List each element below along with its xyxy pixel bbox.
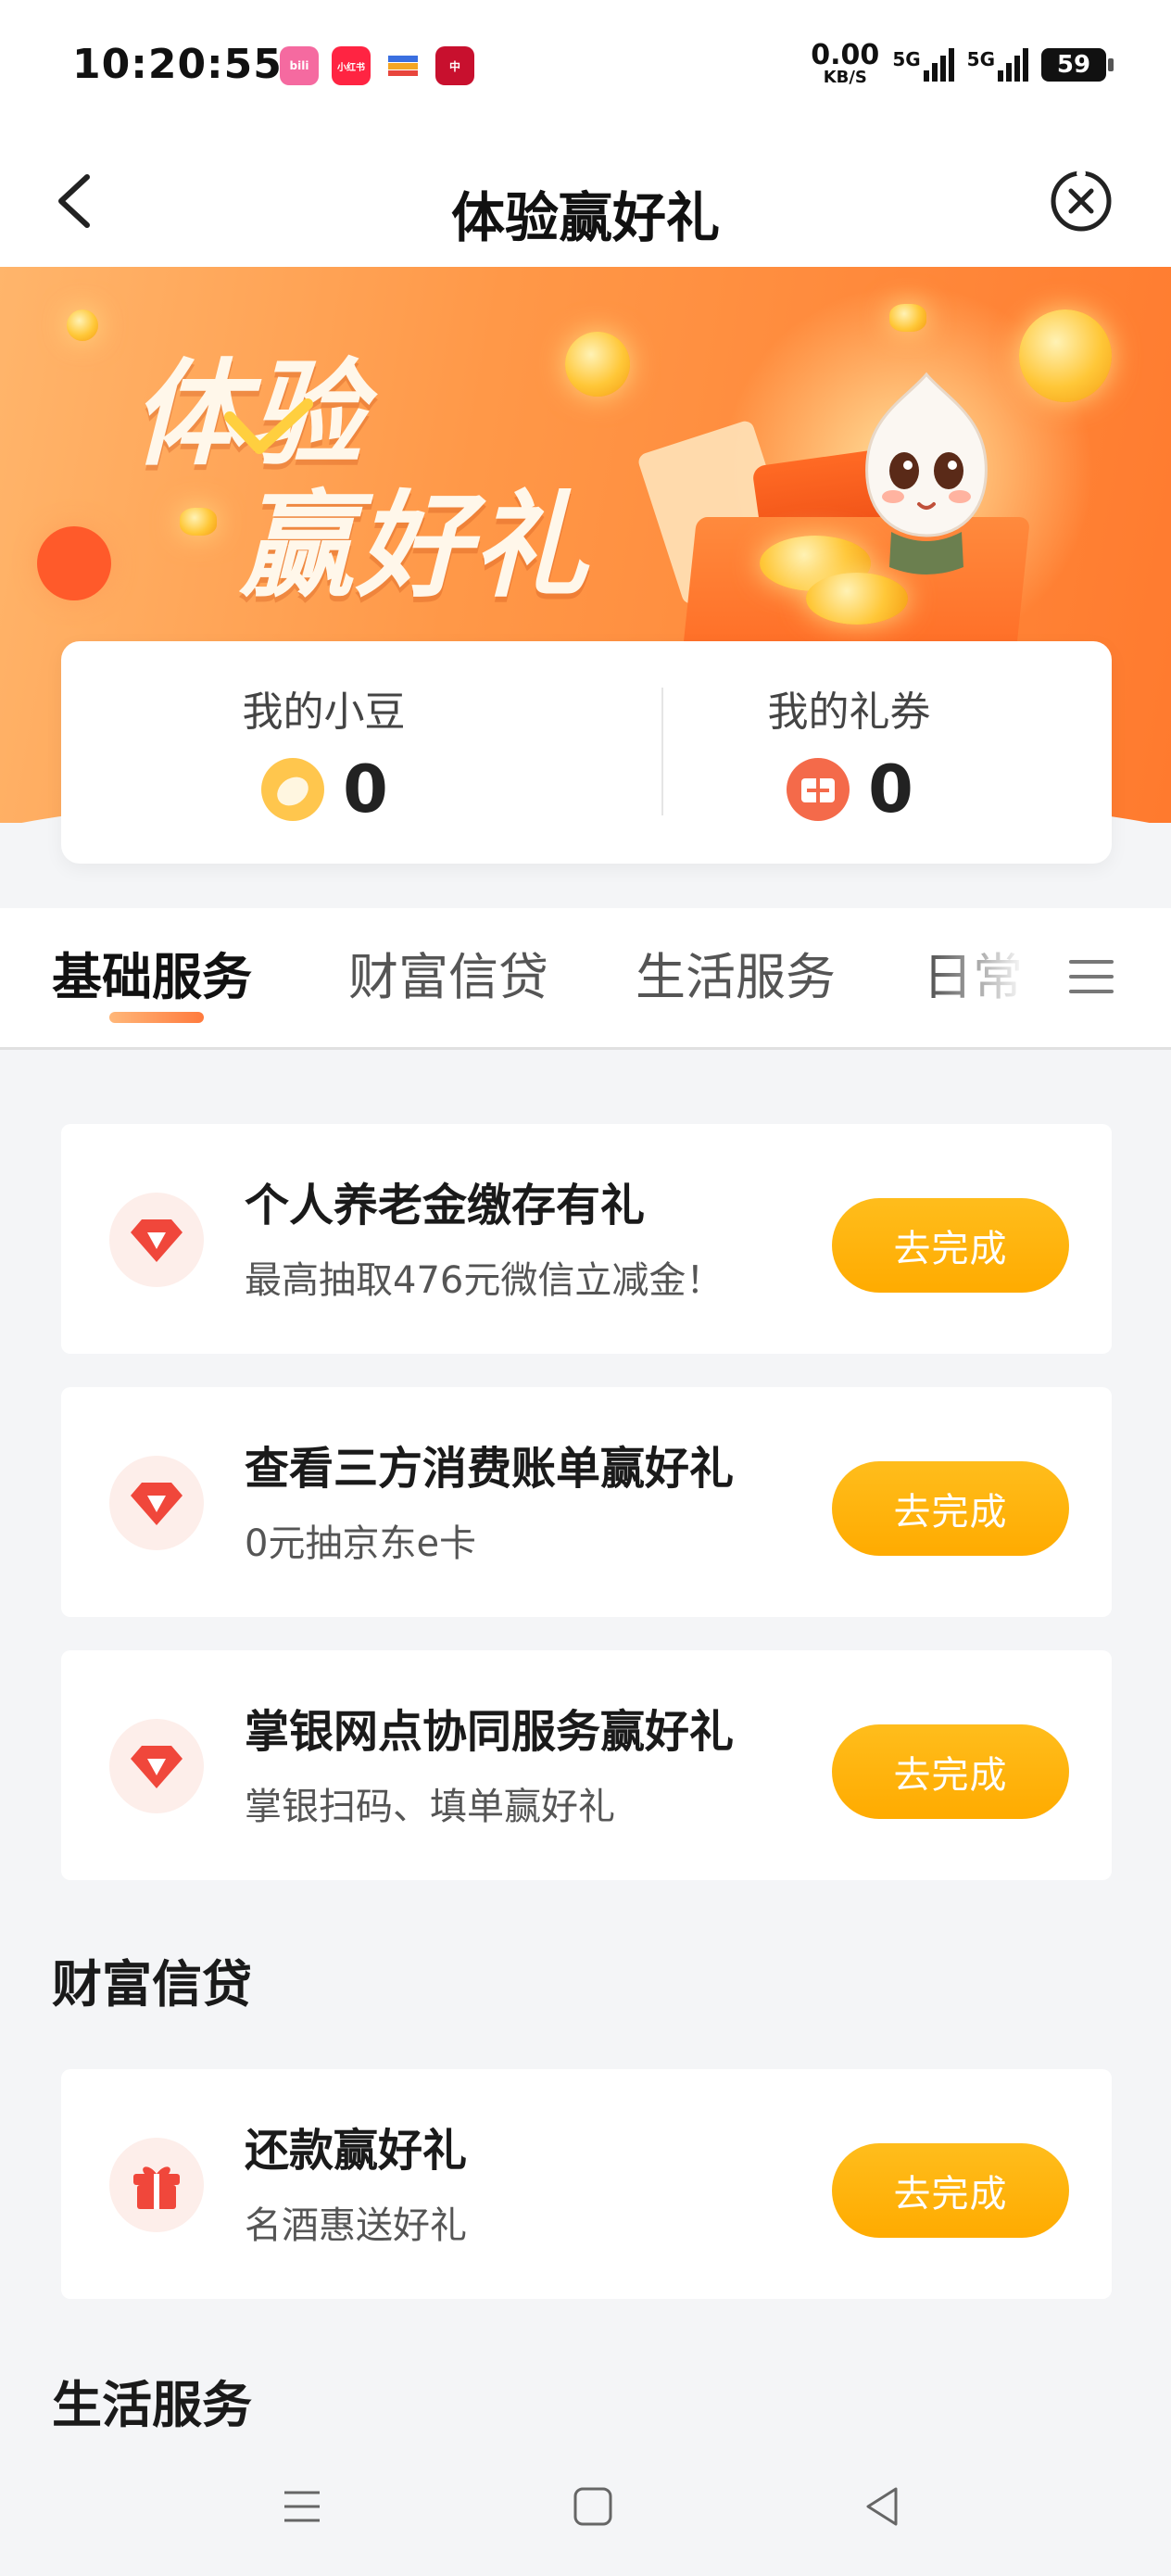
task-title: 个人养老金缴存有礼 (245, 1180, 646, 1231)
square-icon (573, 2487, 612, 2526)
home-button[interactable] (565, 2479, 621, 2534)
diamond-icon (109, 1456, 204, 1550)
points-card: 我的小豆 0 我的礼券 0 (61, 641, 1112, 864)
close-circle-icon (1051, 169, 1112, 232)
bean-icon (261, 758, 325, 821)
task-title: 查看三方消费账单赢好礼 (245, 1443, 735, 1495)
signal-icon-2: 5G (967, 48, 1028, 82)
section-title-wealth-credit: 财富信贷 (52, 1955, 252, 2014)
tab-menu-button[interactable] (1065, 951, 1117, 1003)
beans-panel[interactable]: 我的小豆 0 (61, 641, 586, 864)
banner-title-line2: 赢好礼 (239, 480, 590, 613)
xiaohongshu-icon: 小红书 (332, 46, 371, 85)
close-button[interactable] (1047, 167, 1115, 235)
complete-button[interactable]: 去完成 (832, 1461, 1069, 1556)
wallet-icon (384, 46, 422, 85)
menu-icon (1069, 960, 1114, 993)
coin-decoration (889, 304, 926, 332)
net-speed-value: 0.00 (811, 39, 880, 71)
tab-wealth-credit[interactable]: 财富信贷 (348, 936, 548, 1009)
tab-basic-services[interactable]: 基础服务 (52, 936, 252, 1009)
recent-apps-button[interactable] (274, 2479, 330, 2534)
category-tabs: 基础服务 财富信贷 生活服务 日常 (0, 908, 1171, 1050)
signal-icon-1: 5G (892, 48, 954, 82)
complete-button[interactable]: 去完成 (832, 2143, 1069, 2238)
menu-icon (284, 2491, 320, 2522)
coupons-value: 0 (868, 751, 913, 827)
gift-icon (109, 2138, 204, 2232)
bilibili-icon: bili (280, 46, 319, 85)
task-subtitle: 名酒惠送好礼 (245, 2204, 467, 2247)
net-speed-unit: KB/S (823, 68, 867, 87)
diamond-icon (109, 1719, 204, 1813)
coupon-icon (787, 758, 850, 821)
battery-icon: 59 (1041, 48, 1114, 82)
coin-decoration (1019, 309, 1112, 402)
back-nav-button[interactable] (854, 2479, 910, 2534)
nav-bar: 体验赢好礼 (0, 139, 1171, 267)
coin-decoration (67, 309, 98, 341)
task-card: 还款赢好礼 名酒惠送好礼 去完成 (61, 2069, 1112, 2299)
coin-decoration (180, 508, 217, 536)
status-app-icons: bili 小红书 中 (280, 46, 474, 85)
status-time: 10:20:55 (72, 41, 283, 88)
status-bar: 10:20:55 bili 小红书 中 0.00 KB/S 5G 5G 59 (0, 0, 1171, 139)
system-nav-bar (0, 2440, 1171, 2576)
page-title: 体验赢好礼 (450, 186, 720, 249)
beans-value: 0 (343, 751, 388, 827)
coin-decoration (565, 332, 630, 397)
boc-icon: 中 (435, 46, 474, 85)
task-card: 个人养老金缴存有礼 最高抽取476元微信立减金！ 去完成 (61, 1124, 1112, 1354)
task-title: 掌银网点协同服务赢好礼 (245, 1706, 735, 1758)
task-subtitle: 0元抽京东e卡 (245, 1522, 477, 1565)
diamond-icon (109, 1193, 204, 1287)
signal2-label: 5G (966, 48, 995, 70)
coupons-panel[interactable]: 我的礼券 0 (586, 641, 1112, 864)
net-speed: 0.00 KB/S (811, 39, 880, 87)
task-card: 掌银网点协同服务赢好礼 掌银扫码、填单赢好礼 去完成 (61, 1650, 1112, 1880)
beans-label: 我的小豆 (242, 688, 406, 736)
status-indicators: 0.00 KB/S 5G 5G 59 (811, 39, 1114, 87)
task-card: 查看三方消费账单赢好礼 0元抽京东e卡 去完成 (61, 1387, 1112, 1617)
signal1-label: 5G (892, 48, 921, 70)
coupons-label: 我的礼券 (767, 688, 931, 736)
task-list: 个人养老金缴存有礼 最高抽取476元微信立减金！ 去完成 查看三方消费账单赢好礼… (0, 1050, 1171, 2440)
task-subtitle: 最高抽取476元微信立减金！ (245, 1259, 724, 1302)
section-title-life-services: 生活服务 (52, 2376, 252, 2434)
complete-button[interactable]: 去完成 (832, 1724, 1069, 1819)
tab-active-indicator (109, 1012, 204, 1023)
tab-life-services[interactable]: 生活服务 (636, 936, 836, 1009)
complete-button[interactable]: 去完成 (832, 1198, 1069, 1293)
task-subtitle: 掌银扫码、填单赢好礼 (245, 1786, 615, 1828)
task-title: 还款赢好礼 (245, 2125, 468, 2177)
triangle-back-icon (866, 2487, 898, 2526)
tab-fade (930, 908, 1171, 1047)
mascot-illustration (865, 372, 988, 575)
red-packet-decoration (37, 526, 111, 600)
